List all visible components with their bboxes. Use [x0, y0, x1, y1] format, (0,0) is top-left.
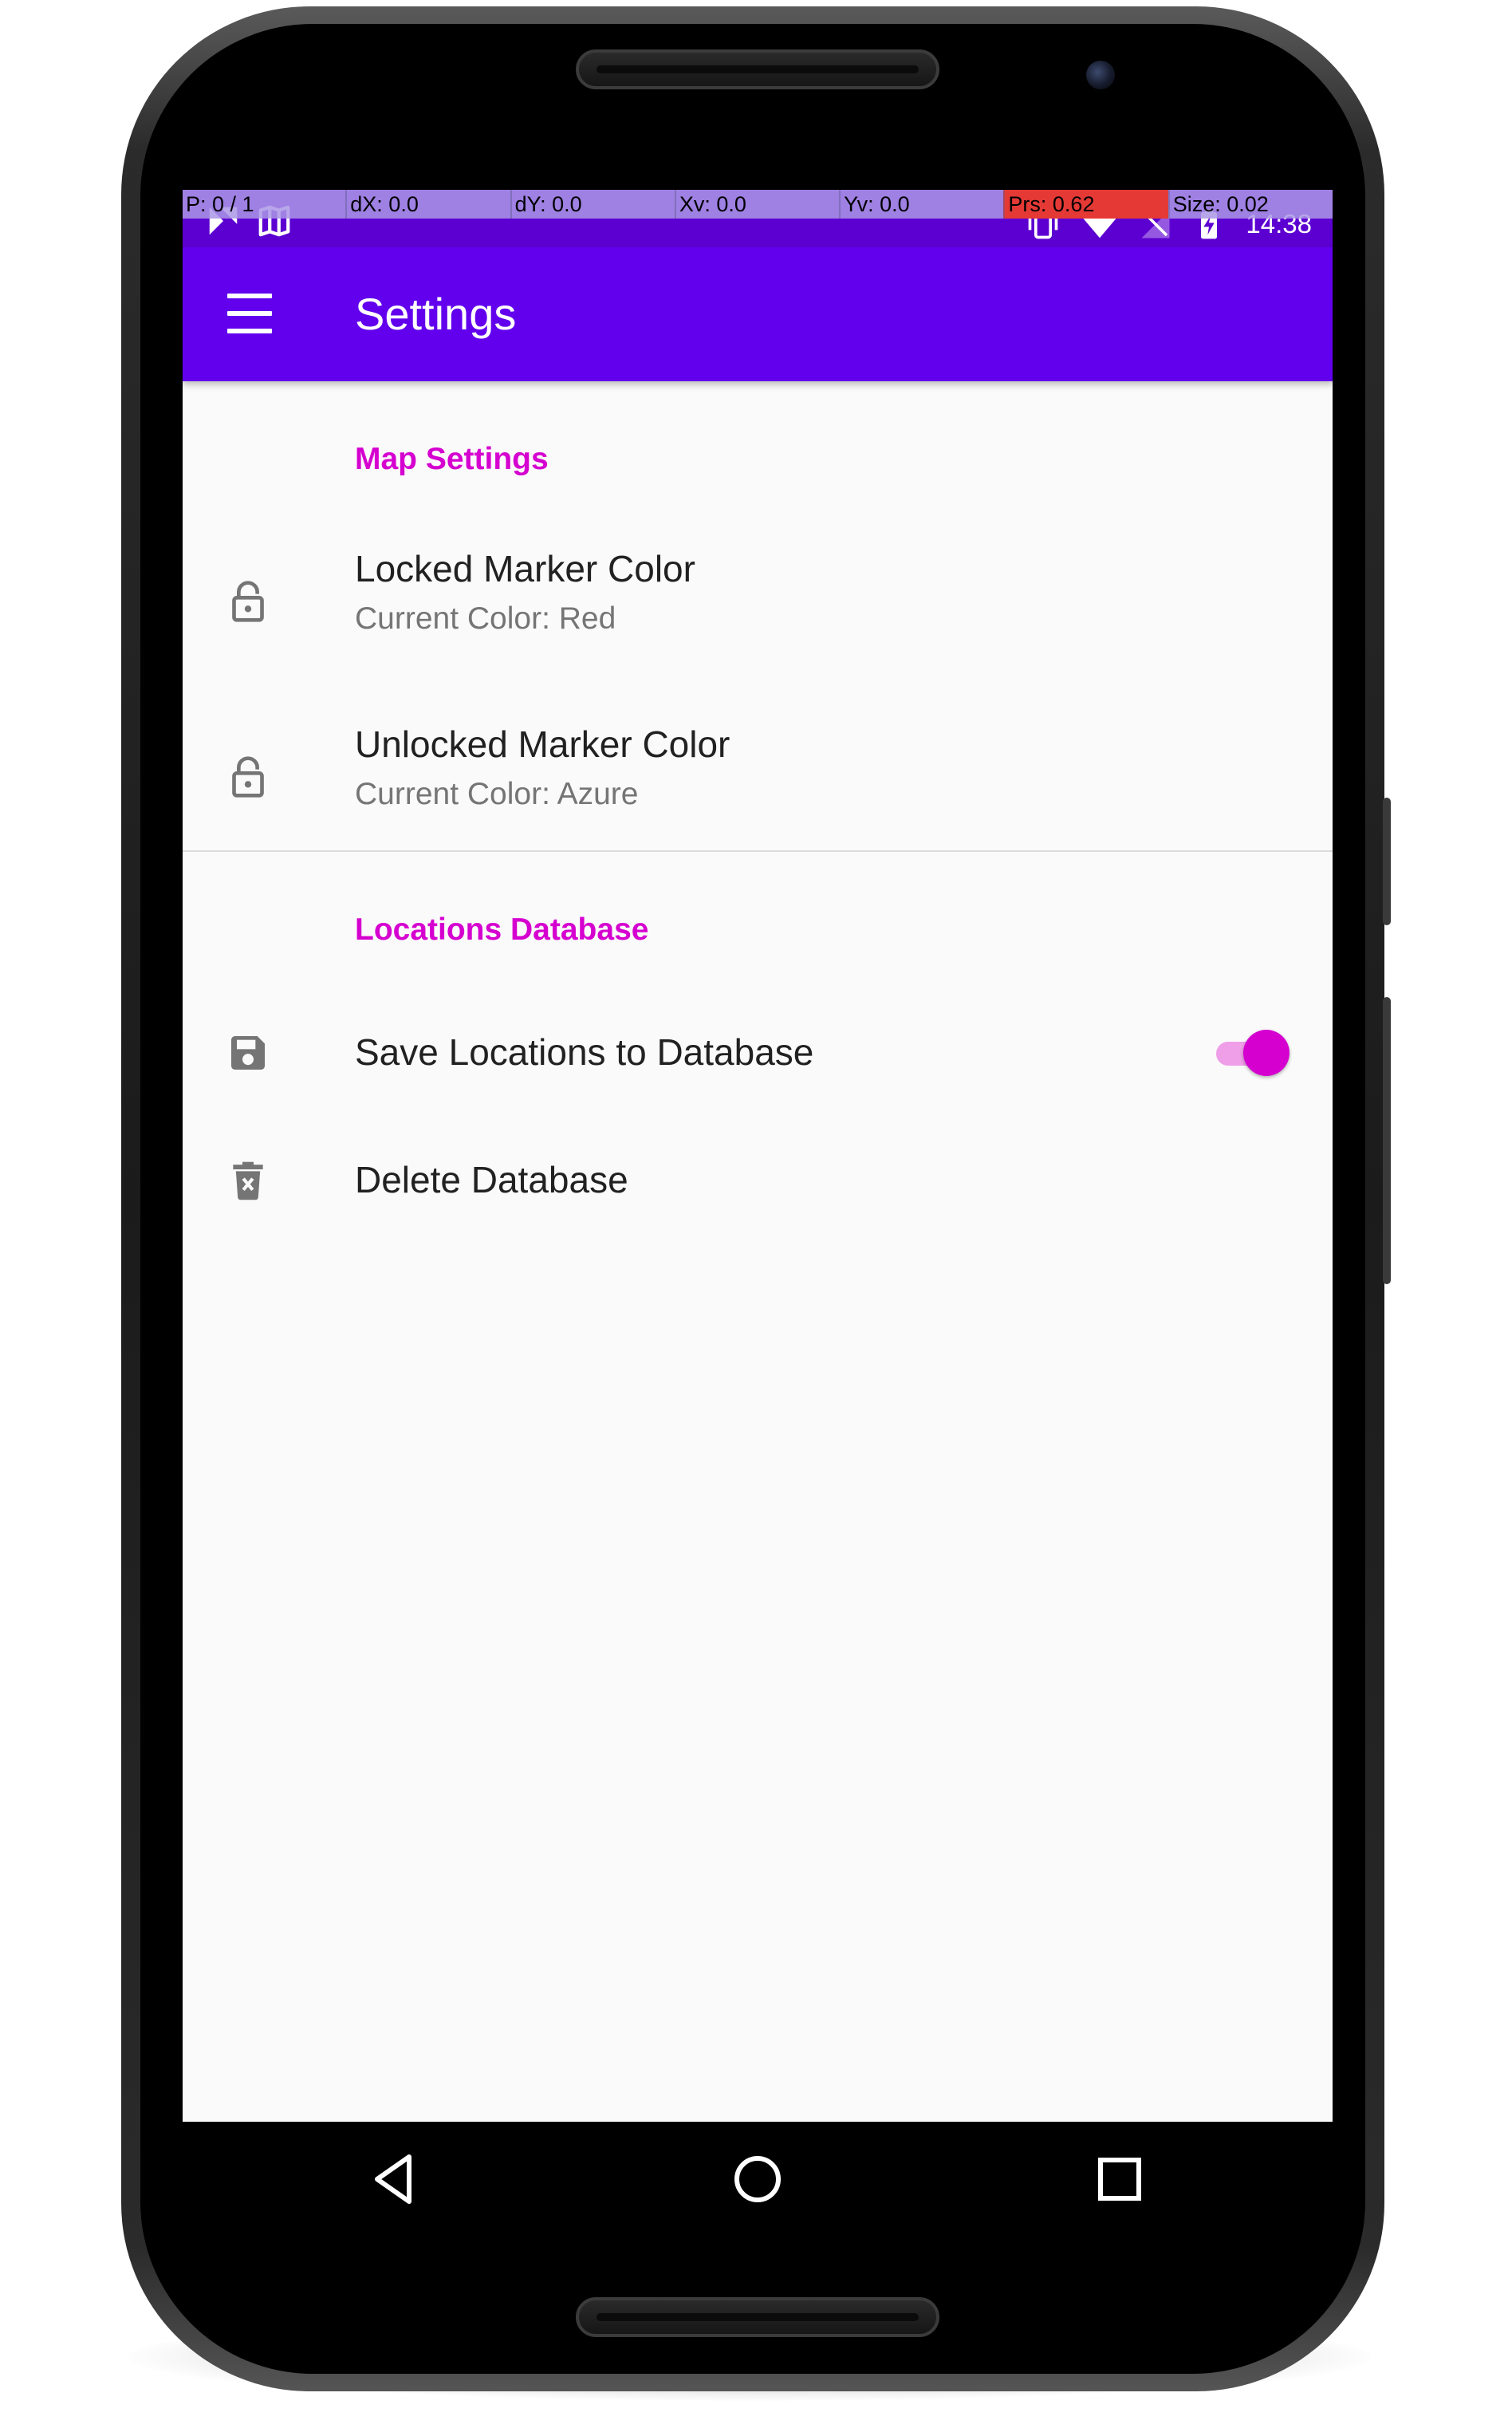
pref-locked-marker-color[interactable]: Locked Marker Color Current Color: Red: [183, 525, 1333, 700]
pref-summary: Current Color: Red: [355, 601, 616, 636]
power-button[interactable]: [1383, 798, 1391, 925]
pref-save-locations[interactable]: Save Locations to Database: [183, 989, 1333, 1117]
delete-icon: [233, 1161, 263, 1200]
app-toolbar: Settings: [183, 247, 1333, 381]
pref-title: Save Locations to Database: [355, 1031, 814, 1073]
hamburger-menu-icon[interactable]: [226, 292, 274, 337]
pref-title: Delete Database: [355, 1159, 628, 1200]
section-header-locations-database: Locations Database: [355, 913, 649, 947]
section-header-map-settings: Map Settings: [355, 442, 549, 476]
pref-title: Locked Marker Color: [355, 548, 695, 589]
bottom-speaker: [576, 2297, 939, 2337]
pointer-count: P: 0 / 1: [186, 192, 254, 216]
lock-icon: [232, 756, 264, 798]
pref-unlocked-marker-color[interactable]: Unlocked Marker Color Current Color: Azu…: [183, 700, 1333, 876]
screen: 14:38 P: 0 / 1 dX: 0.0 dY: 0.0 Xv: 0.0 Y…: [183, 190, 1333, 2122]
back-icon[interactable]: [363, 2147, 427, 2211]
device-frame: 14:38 P: 0 / 1 dX: 0.0 dY: 0.0 Xv: 0.0 Y…: [0, 0, 1512, 2436]
home-icon[interactable]: [726, 2147, 789, 2211]
system-nav-bar: [183, 2122, 1333, 2237]
save-locations-switch[interactable]: [1207, 1025, 1290, 1081]
front-camera: [1086, 61, 1115, 89]
pref-delete-database[interactable]: Delete Database: [183, 1117, 1333, 1244]
switch-thumb: [1243, 1030, 1290, 1076]
pref-summary: Current Color: Azure: [355, 777, 639, 811]
recents-icon[interactable]: [1088, 2147, 1152, 2211]
pointer-xv: Xv: 0.0: [674, 190, 839, 219]
save-icon: [231, 1036, 265, 1070]
pointer-size: Size: 0.02: [1167, 190, 1333, 219]
pointer-dy: dY: 0.0: [510, 190, 675, 219]
pointer-pressure: Prs: 0.62: [1003, 190, 1168, 219]
pointer-yv: Yv: 0.0: [839, 190, 1003, 219]
pref-title: Unlocked Marker Color: [355, 723, 730, 765]
volume-button[interactable]: [1383, 997, 1391, 1284]
status-bar: 14:38 P: 0 / 1 dX: 0.0 dY: 0.0 Xv: 0.0 Y…: [183, 190, 1333, 247]
lock-icon: [232, 581, 264, 622]
pointer-location-overlay: P: 0 / 1 dX: 0.0 dY: 0.0 Xv: 0.0 Yv: 0.0…: [183, 190, 1333, 219]
pointer-dx: dX: 0.0: [345, 190, 510, 219]
section-divider: [183, 850, 1333, 852]
page-title: Settings: [355, 289, 517, 339]
top-speaker: [576, 49, 939, 89]
